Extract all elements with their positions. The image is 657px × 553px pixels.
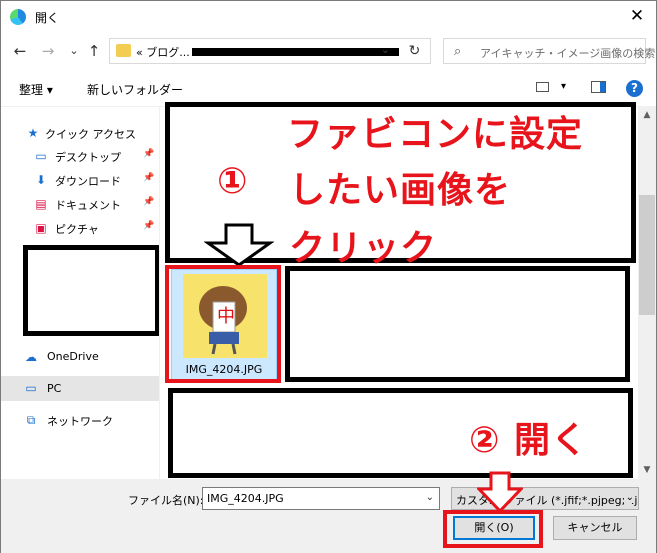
sidebar-item-label: ドキュメント [55, 199, 121, 212]
star-icon: ★ [27, 126, 39, 140]
annotation-step1-number: ① [217, 161, 249, 202]
redaction-box [23, 245, 160, 336]
sidebar-item-quick-access[interactable]: ★ クイック アクセス [1, 122, 159, 144]
view-dropdown-icon[interactable]: ▾ [561, 81, 566, 92]
refresh-button[interactable]: ↻ [399, 38, 431, 64]
open-file-dialog: 開く ✕ ← → ⌄ ↑ « ブログ... ⌄ ↻ ⌕ アイキャッチ・イメージ画… [0, 0, 657, 553]
folder-icon [116, 44, 131, 57]
search-icon: ⌕ [454, 44, 462, 59]
vertical-scrollbar[interactable]: ▲ ▼ [638, 107, 656, 479]
sidebar-item-downloads[interactable]: ⬇ ダウンロード 📌 [1, 169, 159, 191]
scroll-down-icon[interactable]: ▼ [638, 462, 656, 479]
recent-locations-button[interactable]: ⌄ [65, 41, 83, 61]
onedrive-icon: ☁ [25, 350, 37, 364]
annotation-highlight-frame [443, 510, 543, 548]
sidebar-item-desktop[interactable]: ▭ デスクトップ 📌 [1, 145, 159, 167]
sidebar-item-label: PC [47, 382, 62, 395]
search-box[interactable]: ⌕ アイキャッチ・イメージ画像の検索 [443, 38, 655, 64]
up-button[interactable]: ↑ [85, 41, 103, 61]
pc-icon: ▭ [25, 381, 37, 395]
address-path: « ブログ... [136, 46, 190, 59]
annotation-step1-line3: クリック [289, 228, 438, 269]
window-title: 開く [35, 11, 60, 25]
annotation-step1-line1: ファビコンに設定 [287, 114, 584, 155]
address-dropdown-icon[interactable]: ⌄ [381, 43, 390, 56]
annotation-highlight-frame [165, 265, 281, 383]
filename-label: ファイル名(N): [128, 494, 204, 507]
sidebar-item-label: デスクトップ [55, 151, 121, 164]
view-options-icon[interactable] [536, 82, 549, 92]
sidebar-item-label: OneDrive [47, 350, 99, 363]
sidebar-item-network[interactable]: ⧉ ネットワーク [1, 409, 159, 431]
annotation-arrow-icon [477, 471, 523, 513]
edge-app-icon [10, 9, 26, 25]
pictures-icon: ▣ [35, 221, 47, 235]
sidebar-item-label: ネットワーク [47, 415, 113, 428]
pin-icon: 📌 [143, 221, 155, 231]
download-icon: ⬇ [35, 173, 47, 187]
close-button[interactable]: ✕ [624, 4, 650, 28]
scroll-thumb[interactable] [639, 195, 655, 315]
new-folder-button[interactable]: 新しいフォルダー [87, 81, 183, 98]
chevron-down-icon[interactable]: ⌄ [623, 492, 634, 503]
organize-menu[interactable]: 整理 ▾ [19, 81, 53, 98]
cancel-button[interactable]: キャンセル [553, 516, 637, 540]
chevron-down-icon[interactable]: ⌄ [426, 492, 434, 503]
filename-value: IMG_4204.JPG [207, 492, 284, 505]
search-placeholder: アイキャッチ・イメージ画像の検索 [480, 47, 656, 60]
preview-pane-icon[interactable] [591, 81, 606, 93]
annotation-step2: ② 開く [469, 420, 589, 461]
sidebar-item-documents[interactable]: ▤ ドキュメント 📌 [1, 193, 159, 215]
sidebar-item-pc[interactable]: ▭ PC [1, 376, 159, 401]
title-bar: 開く ✕ [1, 1, 656, 32]
sidebar-item-onedrive[interactable]: ☁ OneDrive [1, 346, 159, 368]
navigation-pane: ★ クイック アクセス ▭ デスクトップ 📌 ⬇ ダウンロード 📌 ▤ ドキュメ… [1, 107, 160, 479]
pin-icon: 📌 [143, 173, 155, 183]
address-bar[interactable]: « ブログ... ⌄ [109, 38, 431, 64]
network-icon: ⧉ [26, 413, 36, 427]
annotation-step1-line2: したい画像を [289, 170, 512, 211]
pin-icon: 📌 [143, 149, 155, 159]
document-icon: ▤ [35, 197, 47, 211]
help-icon[interactable]: ? [626, 80, 643, 97]
sidebar-item-label: ピクチャ [55, 223, 99, 236]
sidebar-item-pictures[interactable]: ▣ ピクチャ 📌 [1, 217, 159, 239]
forward-button[interactable]: → [39, 41, 57, 61]
back-button[interactable]: ← [11, 41, 29, 61]
annotation-arrow-icon [204, 223, 274, 267]
pin-icon: 📌 [143, 197, 155, 207]
redacted-path [192, 48, 407, 56]
sidebar-item-label: ダウンロード [55, 175, 121, 188]
scroll-up-icon[interactable]: ▲ [638, 107, 656, 124]
redaction-box [285, 266, 630, 382]
filename-input[interactable]: IMG_4204.JPG ⌄ [202, 487, 440, 510]
desktop-icon: ▭ [35, 149, 47, 163]
sidebar-item-label: クイック アクセス [45, 128, 136, 141]
navigation-bar: ← → ⌄ ↑ « ブログ... ⌄ ↻ ⌕ アイキャッチ・イメージ画像の検索 [1, 32, 656, 70]
bottom-panel: ファイル名(N): IMG_4204.JPG ⌄ カスタム ファイル (*.jf… [1, 479, 656, 553]
